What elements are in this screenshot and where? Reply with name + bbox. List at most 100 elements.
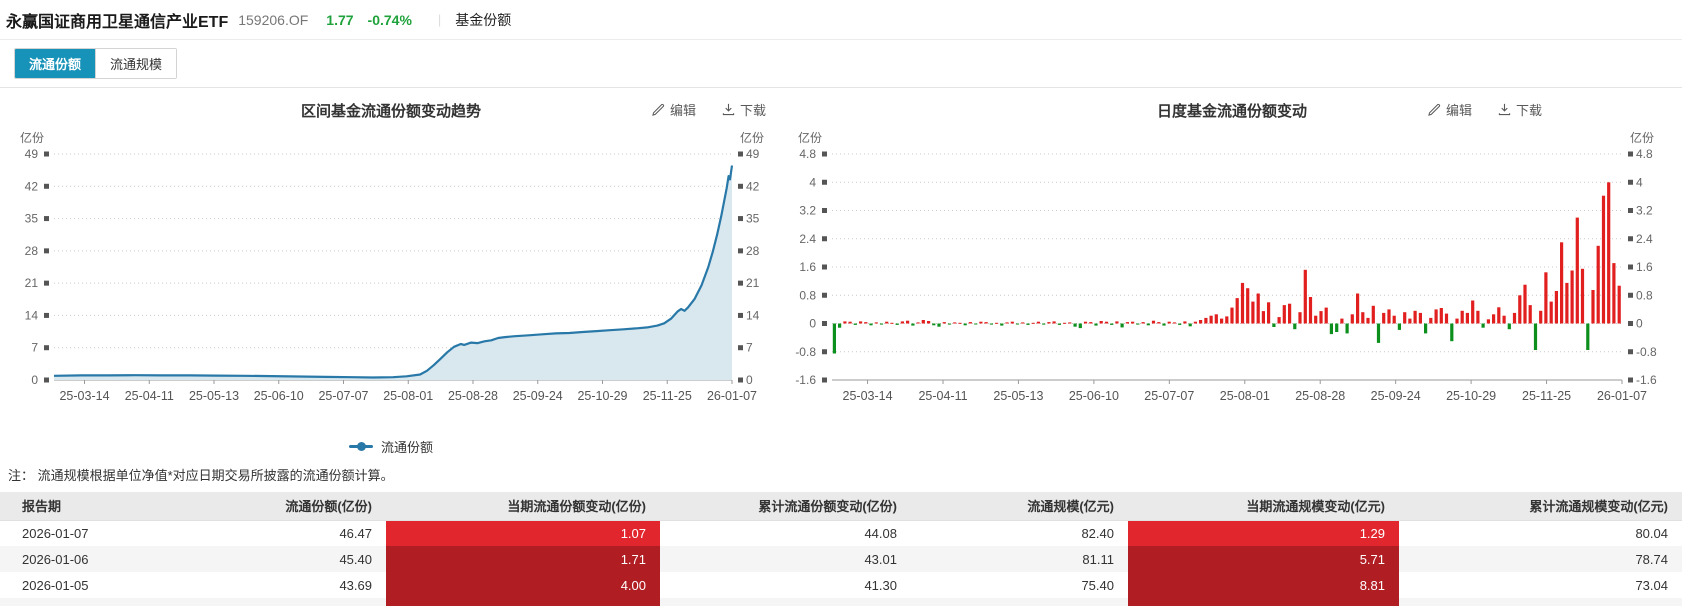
svg-text:25-10-29: 25-10-29 bbox=[577, 389, 627, 403]
download-button[interactable]: 下载 bbox=[722, 100, 766, 119]
table-cell: 81.11 bbox=[911, 546, 1128, 572]
svg-text:亿份: 亿份 bbox=[20, 130, 44, 145]
svg-text:25-04-11: 25-04-11 bbox=[125, 389, 174, 403]
svg-text:4.8: 4.8 bbox=[799, 147, 816, 161]
svg-text:3.2: 3.2 bbox=[799, 204, 816, 218]
svg-text:25-09-24: 25-09-24 bbox=[513, 389, 563, 403]
table-row[interactable]: 2026-01-07 46.47 1.07 44.08 82.40 1.29 80.04 bbox=[0, 520, 1682, 546]
svg-text:4: 4 bbox=[1636, 175, 1643, 189]
edit-button[interactable]: 编辑 bbox=[1428, 100, 1472, 119]
bars bbox=[832, 182, 1621, 354]
svg-text:-0.8: -0.8 bbox=[795, 345, 816, 359]
fund-code: 159206.OF bbox=[238, 11, 309, 28]
svg-text:28: 28 bbox=[25, 244, 39, 258]
svg-text:4.8: 4.8 bbox=[1636, 147, 1653, 161]
legend-label: 流通份额 bbox=[380, 439, 433, 455]
table-cell: 37.30 bbox=[660, 598, 911, 606]
table-cell: 45.40 bbox=[240, 546, 386, 572]
download-button[interactable]: 下载 bbox=[1498, 100, 1542, 119]
table-cell: 2026-01-07 bbox=[0, 520, 240, 546]
svg-text:-0.8: -0.8 bbox=[1636, 345, 1657, 359]
svg-text:0: 0 bbox=[31, 373, 38, 387]
svg-text:3.2: 3.2 bbox=[1636, 204, 1653, 218]
svg-text:35: 35 bbox=[25, 212, 39, 226]
svg-text:25-03-14: 25-03-14 bbox=[59, 389, 109, 403]
charts-panel: 区间基金流通份额变动趋势 编辑 下载 0 0 7 7 14 14 21 21 28 28 35 35 4… bbox=[0, 87, 1682, 459]
table-column-header: 报告期 bbox=[0, 492, 240, 521]
download-icon bbox=[722, 103, 735, 116]
chart-legend[interactable]: 流通份额 bbox=[0, 433, 782, 459]
table-cell: 73.04 bbox=[1399, 572, 1682, 598]
interval-share-area-chart[interactable]: 0 0 7 7 14 14 21 21 28 28 35 35 42 42 49 49 亿份 亿份 25-03-14… bbox=[0, 128, 782, 428]
svg-text:49: 49 bbox=[746, 147, 760, 161]
svg-text:42: 42 bbox=[25, 179, 39, 193]
table-column-header: 当期流通份额变动(亿份) bbox=[386, 492, 660, 521]
tab-circulating-shares[interactable]: 流通份额 bbox=[15, 49, 96, 78]
table-row[interactable]: 2025-12-3139.693.6237.3066.609.1164.23 bbox=[0, 598, 1682, 606]
table-cell: 64.23 bbox=[1399, 598, 1682, 606]
table-cell: 80.04 bbox=[1399, 520, 1682, 546]
svg-text:25-08-01: 25-08-01 bbox=[1220, 389, 1270, 403]
edit-button[interactable]: 编辑 bbox=[652, 100, 696, 119]
table-cell-databar: 8.81 bbox=[1128, 572, 1399, 598]
chart-head: 日度基金流通份额变动 编辑 下载 bbox=[782, 92, 1682, 128]
svg-text:35: 35 bbox=[746, 212, 760, 226]
table-row[interactable]: 2026-01-06 45.40 1.71 43.01 81.11 5.71 78.74 bbox=[0, 546, 1682, 572]
table-cell-databar: 3.62 bbox=[386, 598, 660, 606]
interval-share-trend-chart-card: 区间基金流通份额变动趋势 编辑 下载 0 0 7 7 14 14 21 21 28 28 35 35 4… bbox=[0, 92, 782, 459]
note-text: 注： 流通规模根据单位净值*对应日期交易所披露的流通份额计算。 bbox=[8, 468, 394, 483]
svg-text:25-03-14: 25-03-14 bbox=[843, 389, 893, 403]
svg-text:21: 21 bbox=[25, 276, 39, 290]
svg-text:亿份: 亿份 bbox=[1630, 130, 1654, 145]
left-chart-title: 区间基金流通份额变动趋势 bbox=[300, 102, 481, 120]
download-label: 下载 bbox=[1515, 103, 1542, 118]
svg-text:25-06-10: 25-06-10 bbox=[254, 389, 304, 403]
svg-text:49: 49 bbox=[25, 147, 39, 161]
svg-text:42: 42 bbox=[746, 179, 760, 193]
table-cell: 75.40 bbox=[911, 572, 1128, 598]
svg-text:2.4: 2.4 bbox=[799, 232, 816, 246]
table-cell-databar: 1.07 bbox=[386, 520, 660, 546]
share-history-table: 报告期 流通份额(亿份) 当期流通份额变动(亿份) 累计流通份额变动(亿份) 流通规模(… bbox=[0, 492, 1682, 606]
table-column-header: 当期流通规模变动(亿元) bbox=[1128, 492, 1399, 521]
chart-toolbar: 编辑 下载 bbox=[1428, 100, 1542, 119]
table-cell: 41.30 bbox=[660, 572, 911, 598]
pencil-icon bbox=[1428, 103, 1441, 116]
fund-change-percent: -0.74% bbox=[367, 11, 412, 28]
top-bar: 永赢国证商用卫星通信产业ETF 159206.OF 1.77 -0.74% | … bbox=[0, 0, 1682, 40]
svg-text:-1.6: -1.6 bbox=[795, 373, 816, 387]
svg-text:25-11-25: 25-11-25 bbox=[643, 389, 692, 403]
pencil-icon bbox=[652, 103, 665, 116]
svg-text:21: 21 bbox=[746, 276, 760, 290]
header-divider: | bbox=[437, 12, 442, 27]
table-row[interactable]: 2026-01-05 43.69 4.00 41.30 75.40 8.81 73.04 bbox=[0, 572, 1682, 598]
daily-share-change-bar-chart[interactable]: -1.6 -1.6 -0.8 -0.8 0 0 0.8 0.8 1.6 1.6 2.4 2.4 3.2 3… bbox=[782, 128, 1682, 428]
table-cell: 44.08 bbox=[660, 520, 911, 546]
table-cell-databar: 9.11 bbox=[1128, 598, 1399, 606]
table-column-header: 流通规模(亿元) bbox=[911, 492, 1128, 521]
table-cell-databar: 4.00 bbox=[386, 572, 660, 598]
table-column-header: 流通份额(亿份) bbox=[240, 492, 386, 521]
table-body: 2026-01-07 46.47 1.07 44.08 82.40 1.29 80.04 20… bbox=[0, 520, 1682, 606]
svg-text:0: 0 bbox=[746, 373, 753, 387]
svg-text:25-08-28: 25-08-28 bbox=[448, 389, 498, 403]
svg-text:14: 14 bbox=[746, 308, 760, 322]
svg-text:1.6: 1.6 bbox=[799, 260, 816, 274]
area-series bbox=[53, 165, 734, 380]
svg-text:25-11-25: 25-11-25 bbox=[1522, 389, 1571, 403]
svg-text:26-01-07: 26-01-07 bbox=[707, 389, 757, 403]
edit-label: 编辑 bbox=[669, 103, 696, 118]
table-cell: 2026-01-05 bbox=[0, 572, 240, 598]
svg-text:0.8: 0.8 bbox=[1636, 288, 1653, 302]
table-column-header: 累计流通份额变动(亿份) bbox=[660, 492, 911, 521]
svg-text:0: 0 bbox=[1636, 317, 1643, 331]
tab-circulating-scale[interactable]: 流通规模 bbox=[95, 49, 177, 78]
svg-text:28: 28 bbox=[746, 244, 760, 258]
svg-text:亿份: 亿份 bbox=[798, 130, 822, 145]
table-cell-databar: 1.71 bbox=[386, 546, 660, 572]
table-cell-databar: 5.71 bbox=[1128, 546, 1399, 572]
table-column-header: 累计流通规模变动(亿元) bbox=[1399, 492, 1682, 521]
chart-head: 区间基金流通份额变动趋势 编辑 下载 bbox=[0, 92, 782, 128]
svg-text:26-01-07: 26-01-07 bbox=[1597, 389, 1647, 403]
svg-text:25-07-07: 25-07-07 bbox=[318, 389, 368, 403]
